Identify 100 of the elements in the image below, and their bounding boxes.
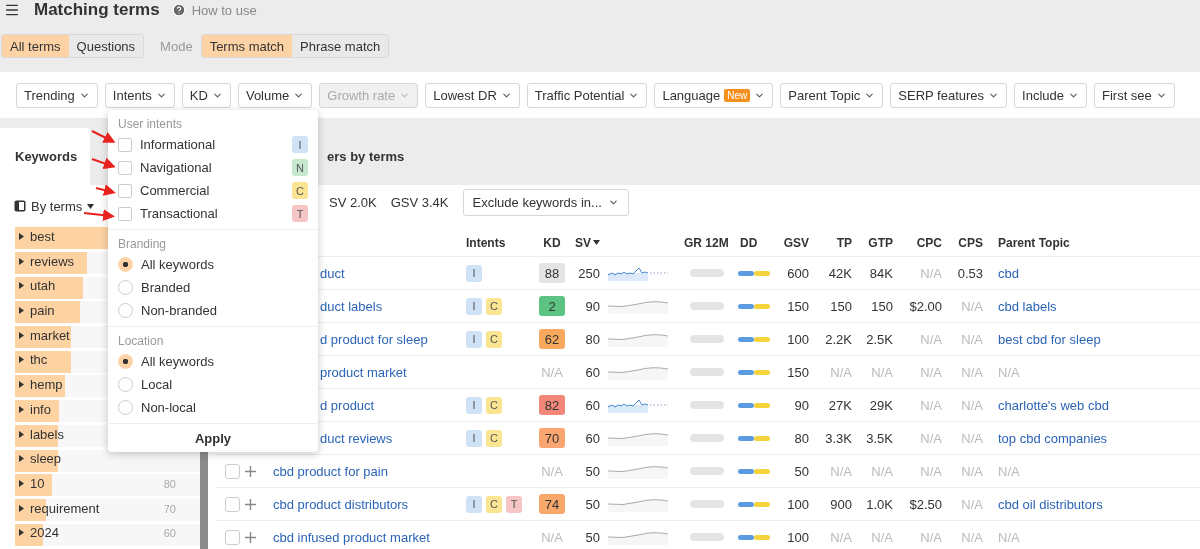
table-cell-text: N/A — [997, 529, 1021, 545]
term-item[interactable]: hemp — [19, 377, 63, 393]
kd-score: 82 — [539, 395, 565, 415]
option-label[interactable]: Commercial — [140, 183, 284, 198]
intent-checkbox[interactable] — [118, 206, 132, 221]
column-header[interactable]: DD — [732, 235, 782, 250]
intent-badge: C — [486, 396, 502, 414]
term-item[interactable]: 10 — [19, 475, 45, 491]
option-label[interactable]: Non-branded — [141, 303, 308, 318]
add-icon[interactable] — [245, 531, 256, 543]
option-label[interactable]: Transactional — [140, 206, 284, 221]
parent-topic-link[interactable]: best cbd for sleep — [983, 331, 1200, 347]
option-label[interactable]: Navigational — [140, 160, 284, 175]
option-label[interactable]: Informational — [140, 137, 284, 152]
annotation-arrow — [91, 157, 116, 169]
table-cell-text: N/A — [919, 265, 942, 281]
row-checkbox[interactable] — [225, 529, 240, 545]
row-checkbox[interactable] — [225, 463, 240, 479]
column-header[interactable]: SV — [574, 235, 600, 250]
table-cell-text: N/A — [870, 529, 893, 545]
filter-dropdown[interactable]: Traffic Potential — [526, 82, 648, 108]
view-tab[interactable]: Keywords — [0, 128, 90, 185]
expand-icon — [19, 307, 24, 315]
intent-checkbox[interactable] — [118, 183, 132, 198]
filter-dropdown[interactable]: Include — [1014, 82, 1087, 108]
filter-dropdown[interactable]: Intents — [104, 82, 175, 108]
keyword-link[interactable]: cbd product for pain — [265, 463, 460, 479]
filter-dropdown[interactable]: Parent Topic — [780, 82, 884, 108]
radio-button[interactable] — [118, 257, 133, 272]
help-icon[interactable] — [171, 3, 186, 17]
column-header[interactable]: CPS — [942, 235, 983, 250]
column-header[interactable]: KD — [530, 235, 574, 250]
filter-dropdown[interactable]: Language New — [654, 82, 774, 108]
intent-checkbox[interactable] — [118, 137, 132, 152]
option-label[interactable]: Local — [141, 377, 308, 392]
radio-button[interactable] — [118, 303, 133, 318]
radio-button[interactable] — [118, 377, 133, 392]
table-cell-text: N/A — [960, 496, 983, 512]
option-label[interactable]: Non-local — [141, 400, 308, 415]
term-item[interactable]: utah — [19, 278, 56, 294]
filter-dropdown[interactable]: KD — [181, 82, 231, 108]
parent-topic-link[interactable]: cbd oil distributors — [983, 496, 1200, 512]
kd-score: 88 — [539, 263, 565, 283]
expand-icon — [19, 233, 24, 240]
column-header[interactable]: GR 12M — [672, 235, 732, 250]
menu-icon[interactable] — [4, 2, 20, 18]
intent-badge: T — [506, 495, 522, 513]
keyword-link[interactable]: cbd infused product market — [265, 529, 460, 545]
trend-sparkline — [608, 529, 668, 545]
option-label[interactable]: All keywords — [141, 257, 308, 272]
term-item[interactable]: labels — [19, 426, 64, 442]
mode-option[interactable]: Terms match — [201, 35, 293, 57]
column-header[interactable]: GSV — [782, 235, 809, 250]
exclude-dropdown[interactable]: Exclude keywords in... — [462, 189, 629, 216]
parent-topic-link[interactable]: charlotte's web cbd — [983, 397, 1200, 413]
term-item[interactable]: thc — [19, 352, 48, 368]
parent-topic-link[interactable]: cbd labels — [983, 298, 1200, 314]
section-heading: User intents — [117, 116, 184, 133]
trend-sparkline — [608, 430, 668, 446]
term-item[interactable]: market — [19, 327, 70, 343]
term-item[interactable]: pain — [19, 303, 55, 319]
term-count: 70 — [163, 502, 176, 515]
trend-sparkline — [608, 364, 668, 380]
column-header[interactable]: Intents — [460, 235, 530, 250]
add-icon[interactable] — [245, 498, 256, 510]
apply-button[interactable]: Apply — [108, 424, 318, 452]
column-header[interactable]: Parent Topic — [983, 235, 1200, 250]
filter-dropdown[interactable]: Trending — [16, 82, 98, 108]
group-by-dropdown[interactable]: By terms — [14, 195, 95, 217]
expand-icon — [19, 381, 24, 389]
term-item[interactable]: info — [19, 401, 51, 417]
column-header[interactable]: TP — [809, 235, 852, 250]
kd-score: 74 — [539, 494, 565, 514]
scope-tab[interactable]: All terms — [2, 35, 69, 57]
option-label[interactable]: All keywords — [141, 354, 308, 369]
filter-dropdown[interactable]: SERP features — [890, 82, 1008, 108]
radio-button[interactable] — [118, 280, 133, 295]
radio-button[interactable] — [118, 354, 133, 369]
row-checkbox[interactable] — [225, 496, 240, 512]
annotation-arrow — [91, 130, 116, 143]
add-icon[interactable] — [245, 465, 256, 477]
keyword-link[interactable]: cbd product distributors — [265, 496, 460, 512]
parent-topic-link[interactable]: top cbd companies — [983, 430, 1200, 446]
term-item[interactable]: 2024 — [19, 525, 59, 541]
summary-stat: SV 2.0K — [329, 195, 377, 210]
filter-dropdown[interactable]: Lowest DR — [425, 82, 520, 108]
filter-dropdown[interactable]: First see — [1094, 82, 1175, 108]
radio-button[interactable] — [118, 400, 133, 415]
term-item[interactable]: sleep — [19, 451, 62, 467]
table-cell-text: 27K — [827, 397, 852, 413]
option-label[interactable]: Branded — [141, 280, 308, 295]
intent-checkbox[interactable] — [118, 160, 132, 175]
intent-badge: I — [466, 297, 482, 315]
term-item[interactable]: best — [19, 229, 55, 244]
parent-topic-link[interactable]: cbd — [983, 265, 1200, 281]
column-header[interactable]: CPC — [893, 235, 942, 250]
term-item[interactable]: reviews — [19, 253, 75, 269]
term-item[interactable]: requirement — [19, 500, 100, 516]
column-header[interactable]: GTP — [852, 235, 893, 250]
filter-dropdown[interactable]: Volume — [237, 82, 313, 108]
